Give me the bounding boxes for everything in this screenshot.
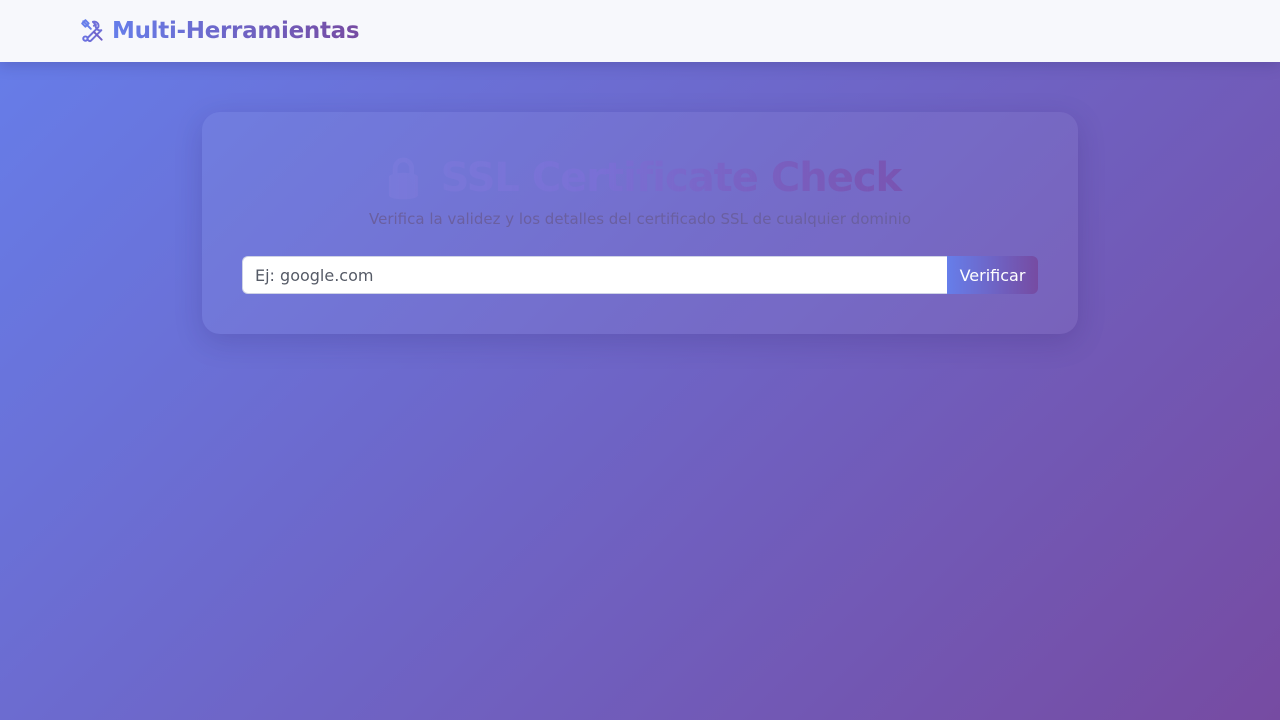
ssl-check-card: 🔒 SSL Certificate Check Verifica la vali… [202, 112, 1078, 334]
page-title: 🔒 SSL Certificate Check [202, 154, 1078, 202]
brand-link[interactable]: Multi-Herramientas [80, 14, 360, 48]
page-subtitle: Verifica la validez y los detalles del c… [369, 210, 911, 228]
brand-title: Multi-Herramientas [112, 18, 360, 44]
verify-button[interactable]: Verificar [947, 256, 1038, 294]
navbar: Multi-Herramientas [0, 0, 1280, 62]
domain-input[interactable] [242, 256, 947, 294]
tools-icon [80, 18, 106, 44]
domain-search-form: Verificar [242, 256, 1038, 294]
